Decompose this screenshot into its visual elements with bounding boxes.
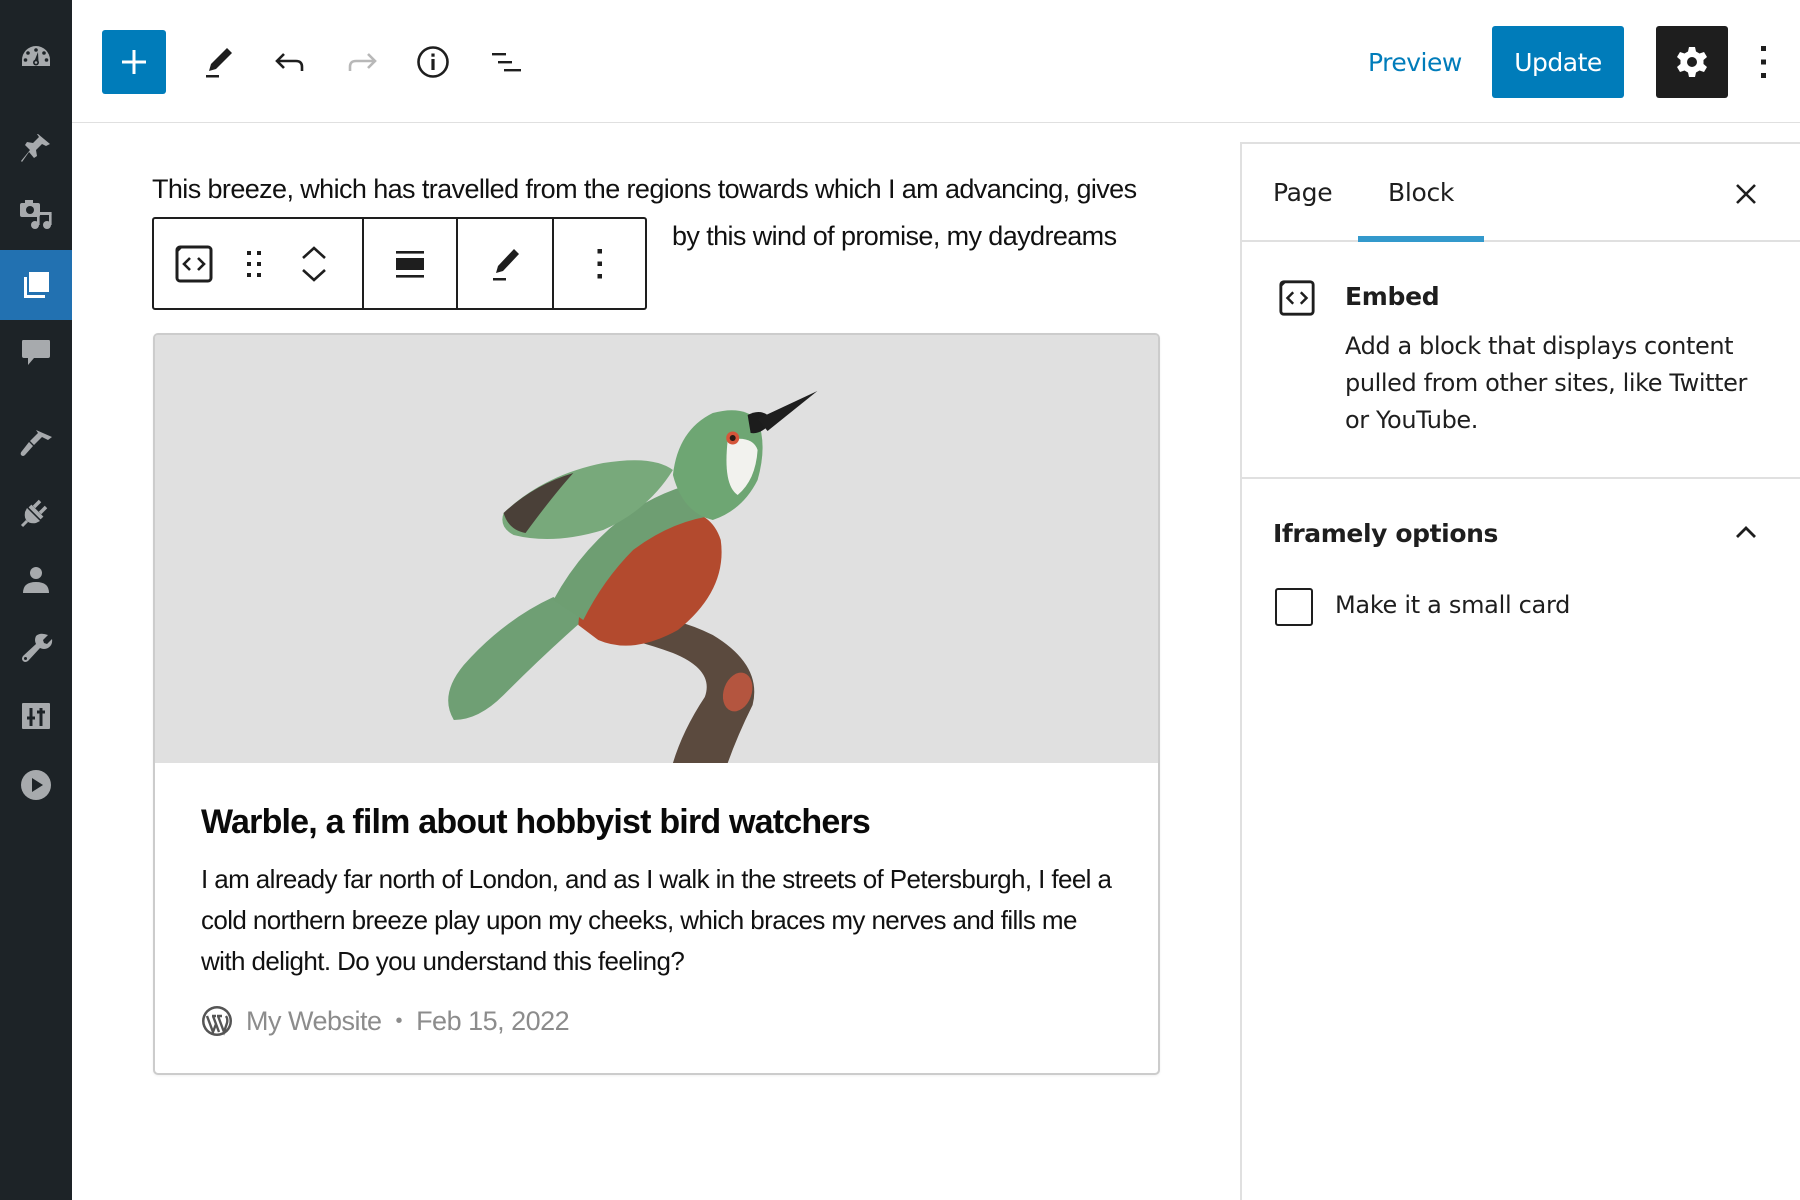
pencil-icon [493,248,519,280]
media-camera-music-icon [20,200,52,229]
admin-menu-dashboard[interactable] [0,24,72,92]
details-button[interactable] [411,40,455,84]
admin-menu-appearance[interactable] [0,409,72,477]
plug-icon [20,499,48,528]
block-type-button[interactable] [162,219,226,308]
pencil-edit-icon [206,48,232,78]
admin-menu-posts[interactable] [0,114,72,182]
drag-handle[interactable] [226,219,282,308]
block-toolbar-group-options [554,219,645,308]
redo-button[interactable] [340,40,384,84]
block-description: Add a block that displays content pulled… [1345,332,1747,434]
undo-icon [275,53,304,71]
settings-sidebar: Page Block Embed Add a block that displa… [1240,142,1800,1200]
tab-page[interactable]: Page [1273,144,1333,240]
embed-card[interactable]: Warble, a film about hobbyist bird watch… [153,333,1160,1075]
block-card: Embed Add a block that displays content … [1242,242,1800,479]
list-view-button[interactable] [484,40,528,84]
gear-icon [1677,47,1707,77]
block-toolbar-group-align [364,219,458,308]
embed-title[interactable]: Warble, a film about hobbyist bird watch… [201,803,871,842]
admin-menu-settings[interactable] [0,682,72,750]
embed-icon [1279,280,1315,316]
preview-button[interactable]: Preview [1368,38,1462,86]
sliders-icon [22,703,50,729]
drag-handle-icon [247,250,261,277]
sidebar-tabs: Page Block [1242,144,1800,242]
admin-menu-comments[interactable] [0,318,72,386]
chevron-down-icon[interactable] [296,264,332,286]
info-icon [417,46,449,78]
bird-illustration [155,335,1158,763]
admin-menu-pages[interactable] [0,250,72,320]
dashboard-gauge-icon [22,46,50,66]
small-card-label[interactable]: Make it a small card [1335,591,1570,619]
block-inserter-button[interactable] [102,30,166,94]
update-button[interactable]: Update [1492,26,1624,98]
admin-menu-media-player[interactable] [0,751,72,819]
small-card-checkbox[interactable] [1275,588,1313,626]
block-options-button[interactable] [565,219,635,308]
embed-thumbnail [155,335,1158,763]
comment-bubble-icon [22,340,50,365]
admin-menu-media[interactable] [0,181,72,249]
pushpin-icon [21,134,50,162]
wordpress-logo-icon [202,1006,232,1036]
meta-separator: • [395,1009,403,1032]
wrench-icon [22,633,53,662]
embed-icon [175,245,213,282]
admin-sidebar [0,0,72,1200]
vertical-ellipsis-icon [597,248,602,278]
edit-url-button[interactable] [470,219,540,308]
close-icon[interactable] [1728,176,1764,212]
publish-date: Feb 15, 2022 [416,1005,570,1036]
site-name: My Website [246,1005,382,1036]
redo-icon [348,53,377,71]
block-mover [282,219,346,308]
block-toolbar-group-edit [458,219,554,308]
undo-button[interactable] [268,40,312,84]
editor-canvas: This breeze, which has travelled from th… [72,124,1240,1200]
block-toolbar [152,217,647,310]
paintbrush-icon [20,430,52,456]
user-icon [23,567,49,593]
iframely-options-panel: Iframely options Make it a small card [1242,479,1800,679]
play-circle-icon [21,770,51,800]
align-wide-icon [396,250,424,278]
embed-meta: My Website • Feb 15, 2022 [201,1003,570,1039]
paragraph-line: This breeze, which has travelled from th… [152,174,1137,204]
block-name: Embed [1345,282,1440,311]
iframely-options-toggle[interactable]: Iframely options [1273,519,1498,548]
admin-menu-plugins[interactable] [0,478,72,546]
align-button[interactable] [375,219,445,308]
plus-icon [122,50,146,74]
editor-header: Preview Update [72,0,1800,123]
chevron-up-icon[interactable] [1728,515,1764,551]
list-view-icon [492,53,521,72]
tab-block[interactable]: Block [1358,144,1485,242]
chevron-up-icon[interactable] [296,242,332,264]
admin-menu-tools[interactable] [0,614,72,682]
tools-button[interactable] [196,40,240,84]
vertical-ellipsis-icon [1761,46,1766,78]
settings-toggle-button[interactable] [1656,26,1728,98]
admin-menu-users[interactable] [0,546,72,614]
options-menu-button[interactable] [1748,38,1780,86]
block-toolbar-group-move [154,219,364,308]
embed-description: I am already far north of London, and as… [201,864,1112,976]
pages-icon [24,272,49,298]
